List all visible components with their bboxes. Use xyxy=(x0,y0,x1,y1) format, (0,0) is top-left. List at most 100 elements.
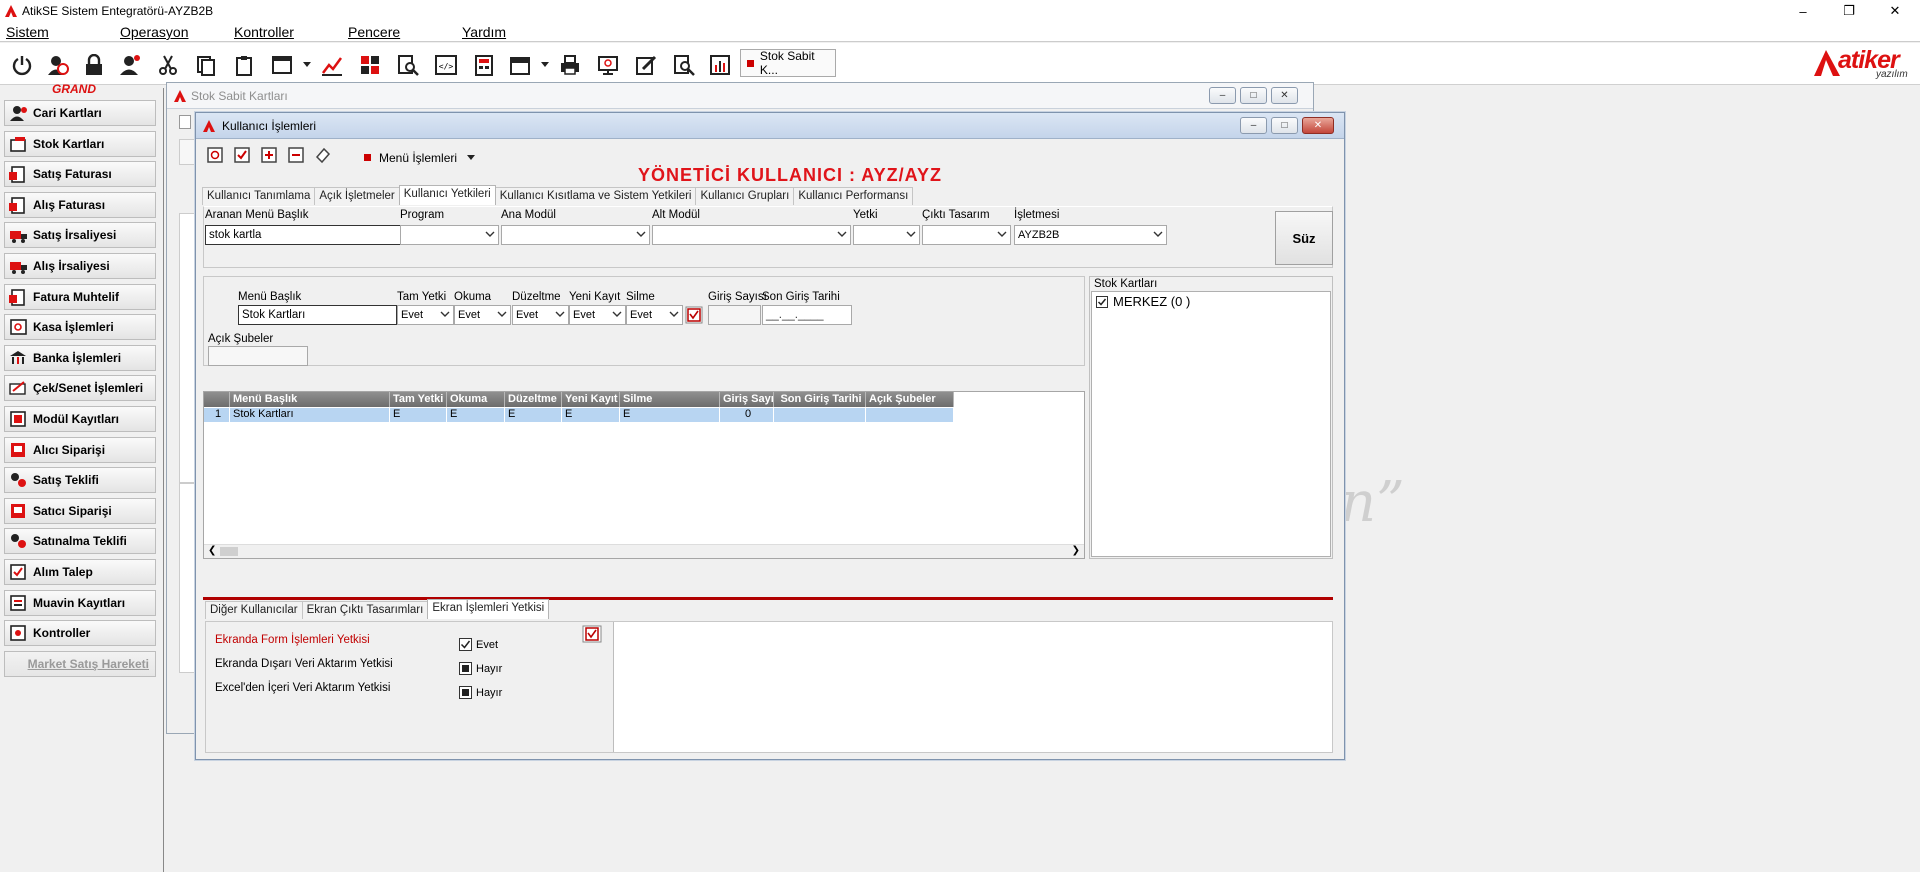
paste-button[interactable] xyxy=(230,51,258,79)
sidebar-item-stok-kartlar-[interactable]: Stok Kartları xyxy=(4,131,156,157)
sidebar-item-al-c-sipari-i[interactable]: Alıcı Siparişi xyxy=(4,437,156,463)
menu-baslik-input[interactable]: Stok Kartları xyxy=(238,305,397,325)
grid-header-cell[interactable]: Okuma xyxy=(447,392,505,407)
table-cell[interactable]: 0 xyxy=(720,408,774,422)
user-switch-button[interactable] xyxy=(44,51,72,79)
duzeltme-select[interactable]: Evet xyxy=(512,305,569,325)
bg-restore-button[interactable]: □ xyxy=(1240,87,1267,104)
silme-select[interactable]: Evet xyxy=(626,305,683,325)
tab-3[interactable]: Kullanıcı Kısıtlama ve Sistem Yetkileri xyxy=(494,187,697,205)
sidebar-item-al-m-talep[interactable]: Alım Talep xyxy=(4,559,156,585)
bar-chart-button[interactable] xyxy=(706,51,734,79)
grid-header-cell[interactable]: Silme xyxy=(620,392,720,407)
sidebar-item-muavin-kay-tlar-[interactable]: Muavin Kayıtları xyxy=(4,590,156,616)
remove-icon[interactable] xyxy=(287,146,305,164)
minimize-icon[interactable]: – xyxy=(1780,0,1826,22)
okuma-select[interactable]: Evet xyxy=(454,305,511,325)
approve-icon[interactable] xyxy=(233,146,251,164)
checkbox-indeterminate-icon[interactable] xyxy=(459,662,472,675)
table-cell[interactable]: E xyxy=(620,408,720,422)
dialog-restore-button[interactable]: □ xyxy=(1271,117,1298,134)
menu-islemleri-button[interactable]: Menü İşlemleri xyxy=(364,151,476,165)
eraser-icon[interactable] xyxy=(314,146,332,164)
horizontal-scrollbar[interactable]: ❮ ❯ xyxy=(204,544,1084,558)
sidebar-item-kontroller[interactable]: Kontroller xyxy=(4,620,156,646)
bg-close-button[interactable]: ✕ xyxy=(1271,87,1298,104)
menu-kontroller[interactable]: Kontroller xyxy=(234,24,294,40)
menu-yardim[interactable]: Yardım xyxy=(462,24,506,40)
table-cell[interactable]: E xyxy=(447,408,505,422)
sidebar-item-cari-kartlar-[interactable]: Cari Kartları xyxy=(4,100,156,126)
cut-button[interactable] xyxy=(154,51,182,79)
grid-header-cell[interactable]: Düzeltme xyxy=(505,392,562,407)
close-icon[interactable]: ✕ xyxy=(1872,0,1918,22)
refresh-icon[interactable] xyxy=(206,146,224,164)
power-button[interactable] xyxy=(8,51,36,79)
dialog-minimize-button[interactable]: – xyxy=(1240,117,1267,134)
perm-checkbox[interactable]: Evet xyxy=(459,638,498,651)
tab-5[interactable]: Kullanıcı Performansı xyxy=(793,187,914,205)
perm-checkbox[interactable]: Hayır xyxy=(459,662,502,675)
copy-button[interactable] xyxy=(192,51,220,79)
cikti-select[interactable] xyxy=(922,225,1011,245)
isletme-select[interactable]: AYZB2B xyxy=(1014,225,1167,245)
add-icon[interactable] xyxy=(260,146,278,164)
search-report-button[interactable] xyxy=(394,51,422,79)
apply-check-icon[interactable] xyxy=(582,625,602,643)
sidebar-item-kasa-i-lemleri[interactable]: Kasa İşlemleri xyxy=(4,314,156,340)
checkbox-indeterminate-icon[interactable] xyxy=(459,686,472,699)
acik-subeler-input[interactable] xyxy=(208,346,308,366)
chart-button[interactable] xyxy=(318,51,346,79)
program-select[interactable] xyxy=(400,225,499,245)
perm-checkbox[interactable]: Hayır xyxy=(459,686,502,699)
grid-header-cell[interactable]: Tam Yetki xyxy=(390,392,447,407)
sidebar-item-al-faturas-[interactable]: Alış Faturası xyxy=(4,192,156,218)
code-button[interactable]: </> xyxy=(432,51,460,79)
tab-1[interactable]: Açık İşletmeler xyxy=(314,187,400,205)
grid-header-cell[interactable]: Son Giriş Tarihi xyxy=(774,392,866,407)
sidebar-item-mod-l-kay-tlar-[interactable]: Modül Kayıtları xyxy=(4,406,156,432)
table-cell[interactable] xyxy=(774,408,866,422)
branch-item[interactable]: MERKEZ (0 ) xyxy=(1096,294,1190,309)
yetki-select[interactable] xyxy=(853,225,920,245)
menu-operasyon[interactable]: Operasyon xyxy=(120,24,188,40)
table-cell[interactable]: E xyxy=(562,408,620,422)
sidebar-item-fatura-muhtelif[interactable]: Fatura Muhtelif xyxy=(4,284,156,310)
dialog-close-button[interactable]: ✕ xyxy=(1302,117,1334,134)
sidebar-item-sat-nalma-teklifi[interactable]: Satınalma Teklifi xyxy=(4,528,156,554)
checkbox-checked-icon[interactable] xyxy=(459,638,472,651)
sidebar-item-al-i-rsaliyesi[interactable]: Alış İrsaliyesi xyxy=(4,253,156,279)
window-button[interactable] xyxy=(268,51,296,79)
giris-sayisi-input[interactable] xyxy=(708,305,761,325)
bg-minimize-button[interactable]: – xyxy=(1209,87,1236,104)
ana-modul-select[interactable] xyxy=(501,225,650,245)
calendar-dropdown[interactable] xyxy=(538,51,552,79)
edit-button[interactable] xyxy=(632,51,660,79)
tab-4[interactable]: Kullanıcı Grupları xyxy=(695,187,795,205)
sidebar-item-banka-i-lemleri[interactable]: Banka İşlemleri xyxy=(4,345,156,371)
son-giris-input[interactable]: __.__.____ xyxy=(762,305,852,325)
open-window-tab[interactable]: Stok Sabit K... xyxy=(740,49,836,77)
lock-button[interactable] xyxy=(80,51,108,79)
bottom-tab-2[interactable]: Ekran İşlemleri Yetkisi xyxy=(427,599,550,619)
table-cell[interactable]: E xyxy=(390,408,447,422)
table-cell[interactable] xyxy=(866,408,954,422)
table-cell[interactable]: E xyxy=(505,408,562,422)
table-row-number[interactable]: 1 xyxy=(204,408,230,422)
table-cell[interactable]: Stok Kartları xyxy=(230,408,390,422)
calculator-button[interactable] xyxy=(470,51,498,79)
scroll-right-icon[interactable]: ❯ xyxy=(1072,545,1080,556)
sidebar-item-sat-faturas-[interactable]: Satış Faturası xyxy=(4,161,156,187)
sidebar-item--ek-senet-i-lemleri[interactable]: Çek/Senet İşlemleri xyxy=(4,375,156,401)
user-button[interactable] xyxy=(116,51,144,79)
checkbox-checked-icon[interactable] xyxy=(1096,295,1108,308)
restore-icon[interactable]: ❐ xyxy=(1826,0,1872,22)
dashboard-button[interactable] xyxy=(356,51,384,79)
window-dropdown[interactable] xyxy=(300,51,314,79)
sync-button[interactable] xyxy=(594,51,622,79)
suz-button[interactable]: Süz xyxy=(1275,211,1333,265)
tab-2[interactable]: Kullanıcı Yetkileri xyxy=(398,185,496,205)
scroll-left-icon[interactable]: ❮ xyxy=(208,545,216,556)
sidebar-item-sat-i-rsaliyesi[interactable]: Satış İrsaliyesi xyxy=(4,222,156,248)
tab-0[interactable]: Kullanıcı Tanımlama xyxy=(202,187,316,205)
